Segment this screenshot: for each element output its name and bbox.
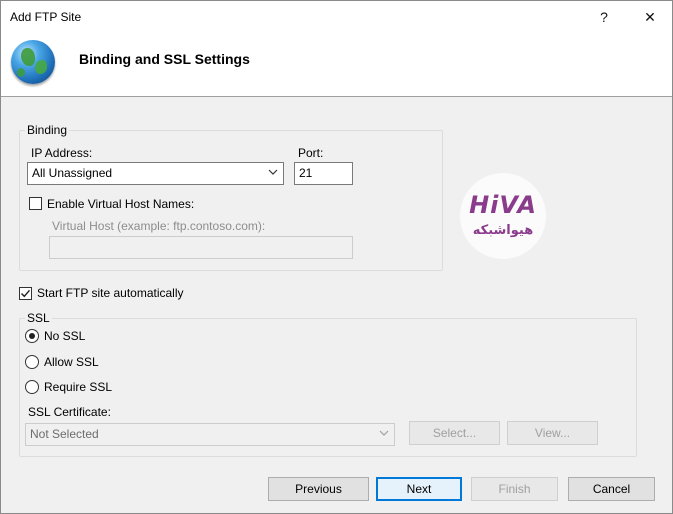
virtual-host-input[interactable] — [49, 236, 353, 259]
ssl-certificate-value: Not Selected — [30, 427, 99, 441]
no-ssl-label: No SSL — [44, 329, 86, 343]
ip-address-value: All Unassigned — [32, 166, 113, 180]
watermark-logo: HiVA هیواشبکه — [460, 173, 546, 259]
ssl-group-label: SSL — [25, 311, 52, 325]
previous-button[interactable]: Previous — [268, 477, 369, 501]
globe-icon — [11, 40, 55, 84]
radio-selected-dot — [29, 333, 35, 339]
ssl-certificate-label: SSL Certificate: — [28, 405, 111, 419]
allow-ssl-label: Allow SSL — [44, 355, 99, 369]
virtual-host-label: Virtual Host (example: ftp.contoso.com): — [52, 219, 266, 233]
globe-land-shape — [35, 60, 47, 74]
globe-land-shape — [17, 68, 25, 77]
chevron-down-icon — [268, 169, 278, 175]
finish-button[interactable]: Finish — [471, 477, 558, 501]
close-button[interactable]: ✕ — [630, 3, 670, 31]
enable-virtual-host-checkbox[interactable] — [29, 197, 42, 210]
start-automatically-checkbox[interactable] — [19, 287, 32, 300]
no-ssl-radio[interactable] — [25, 329, 39, 343]
next-button[interactable]: Next — [376, 477, 462, 501]
help-button[interactable]: ? — [584, 3, 624, 31]
watermark-logo-text: HiVA — [469, 191, 537, 219]
start-automatically-label: Start FTP site automatically — [37, 286, 184, 300]
enable-virtual-host-label: Enable Virtual Host Names: — [47, 197, 195, 211]
globe-land-shape — [21, 48, 35, 66]
window-title: Add FTP Site — [10, 10, 82, 24]
title-bar: Add FTP Site ? ✕ — [1, 1, 672, 32]
port-input[interactable]: 21 — [294, 162, 353, 185]
port-label: Port: — [298, 146, 324, 160]
ip-address-select[interactable]: All Unassigned — [27, 162, 284, 185]
watermark-logo-subtext: هیواشبکه — [472, 223, 534, 238]
require-ssl-radio[interactable] — [25, 380, 39, 394]
allow-ssl-radio[interactable] — [25, 355, 39, 369]
add-ftp-site-dialog: Add FTP Site ? ✕ Binding and SSL Setting… — [0, 0, 673, 514]
ssl-certificate-select[interactable]: Not Selected — [25, 423, 395, 446]
binding-group-label: Binding — [25, 123, 70, 137]
require-ssl-label: Require SSL — [44, 380, 113, 394]
view-certificate-button[interactable]: View... — [507, 421, 598, 445]
page-title: Binding and SSL Settings — [79, 51, 250, 67]
checkmark-icon — [21, 289, 31, 298]
cancel-button[interactable]: Cancel — [568, 477, 655, 501]
chevron-down-icon — [379, 430, 389, 436]
ip-address-label: IP Address: — [31, 146, 93, 160]
select-certificate-button[interactable]: Select... — [409, 421, 500, 445]
wizard-header: Binding and SSL Settings — [1, 32, 672, 97]
